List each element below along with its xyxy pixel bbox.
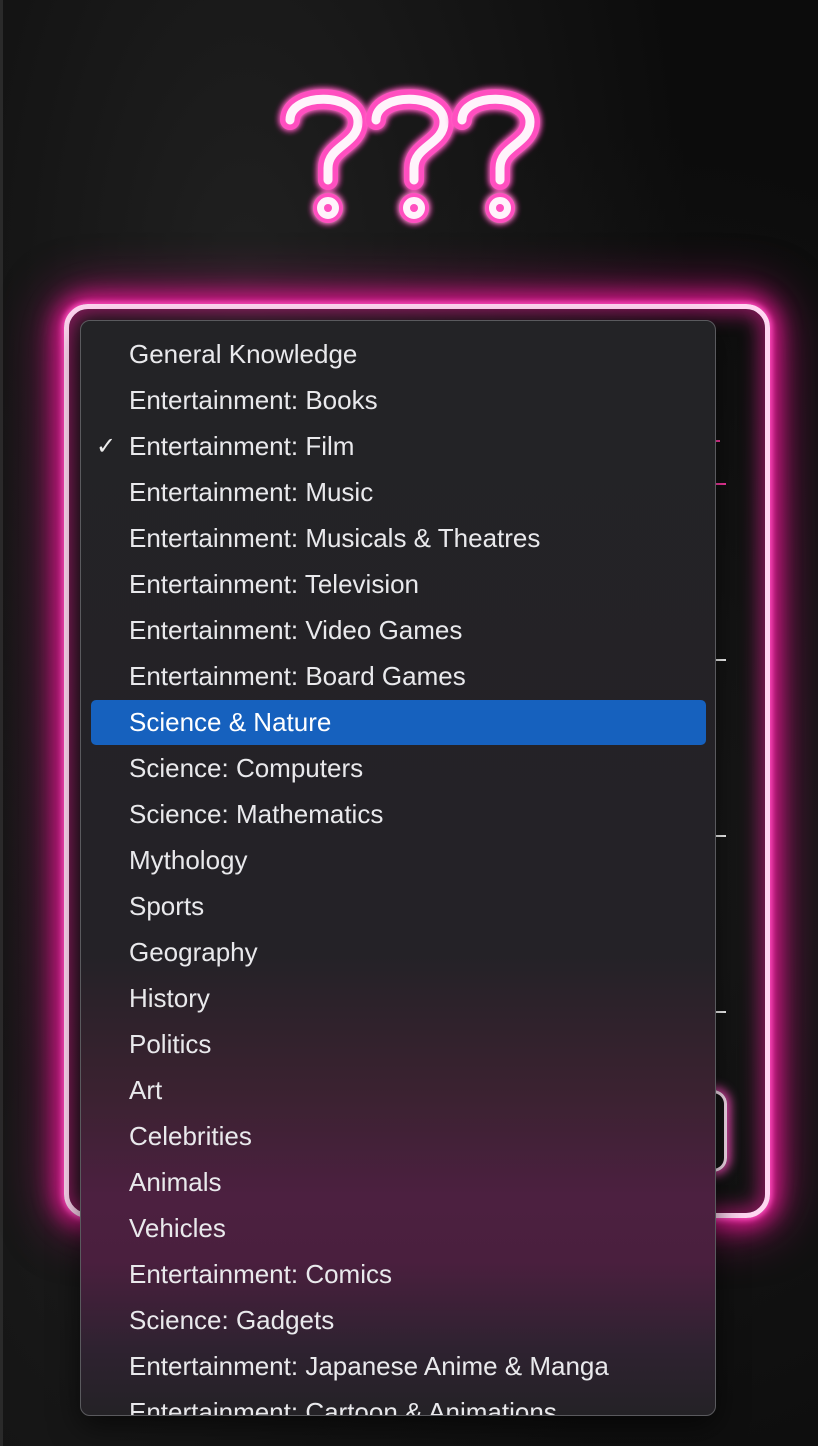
field-underline — [716, 659, 726, 661]
category-option[interactable]: Science: Gadgets — [91, 1298, 706, 1343]
category-option[interactable]: Geography — [91, 930, 706, 975]
category-option-label: Entertainment: Board Games — [129, 661, 466, 691]
category-option-label: Mythology — [129, 845, 248, 875]
category-option[interactable]: Entertainment: Comics — [91, 1252, 706, 1297]
category-option[interactable]: History — [91, 976, 706, 1021]
category-option-label: Geography — [129, 937, 258, 967]
category-option-label: Science: Mathematics — [129, 799, 384, 829]
category-option[interactable]: Entertainment: Cartoon & Animations — [91, 1390, 706, 1416]
category-option[interactable]: Entertainment: Video Games — [91, 608, 706, 653]
category-option-label: Vehicles — [129, 1213, 226, 1243]
category-option[interactable]: Entertainment: Board Games — [91, 654, 706, 699]
category-option[interactable]: Entertainment: Japanese Anime & Manga — [91, 1344, 706, 1389]
category-option[interactable]: Science & Nature — [91, 700, 706, 745]
category-option[interactable]: Politics — [91, 1022, 706, 1067]
category-option-label: Science & Nature — [129, 707, 332, 737]
category-option-label: Entertainment: Books — [129, 385, 378, 415]
category-option[interactable]: ✓ Entertainment: Film — [91, 424, 706, 469]
window-edge — [0, 0, 3, 1446]
category-option[interactable]: General Knowledge — [91, 332, 706, 377]
category-dropdown-menu[interactable]: General Knowledge Entertainment: Books ✓ En… — [80, 320, 716, 1416]
category-option-label: Entertainment: Film — [129, 431, 355, 461]
question-marks-logo — [280, 89, 541, 223]
category-option[interactable]: Entertainment: Musicals & Theatres — [91, 516, 706, 561]
category-option-label: Entertainment: Television — [129, 569, 420, 599]
category-option[interactable]: Entertainment: Music — [91, 470, 706, 515]
category-option-label: Entertainment: Music — [129, 477, 374, 507]
category-option-label: Politics — [129, 1029, 212, 1059]
question-mark-icon — [366, 89, 455, 223]
category-option-label: Sports — [129, 891, 205, 921]
field-underline — [716, 1011, 726, 1013]
category-option[interactable]: Sports — [91, 884, 706, 929]
category-option-label: Science: Gadgets — [129, 1305, 335, 1335]
category-option-label: General Knowledge — [129, 339, 358, 369]
category-option-label: Entertainment: Video Games — [129, 615, 463, 645]
category-option-label: Art — [129, 1075, 163, 1105]
checkmark-icon: ✓ — [96, 433, 117, 460]
field-underline — [716, 483, 726, 485]
category-option-label: Entertainment: Musicals & Theatres — [129, 523, 541, 553]
category-option-label: Entertainment: Japanese Anime & Manga — [129, 1351, 609, 1381]
category-option[interactable]: Vehicles — [91, 1206, 706, 1251]
category-option[interactable]: Entertainment: Books — [91, 378, 706, 423]
category-option-label: History — [129, 983, 210, 1013]
category-option[interactable]: Entertainment: Television — [91, 562, 706, 607]
category-option[interactable]: Art — [91, 1068, 706, 1113]
category-option-label: Animals — [129, 1167, 222, 1197]
category-option-label: Entertainment: Cartoon & Animations — [129, 1397, 557, 1416]
category-option[interactable]: Animals — [91, 1160, 706, 1205]
question-mark-icon — [280, 89, 369, 223]
category-option-label: Science: Computers — [129, 753, 364, 783]
category-option-label: Celebrities — [129, 1121, 252, 1151]
category-option-label: Entertainment: Comics — [129, 1259, 392, 1289]
category-option[interactable]: Science: Computers — [91, 746, 706, 791]
category-option[interactable]: Mythology — [91, 838, 706, 883]
question-mark-icon — [452, 89, 541, 223]
field-underline — [716, 835, 726, 837]
category-option[interactable]: Science: Mathematics — [91, 792, 706, 837]
category-option[interactable]: Celebrities — [91, 1114, 706, 1159]
field-underline — [716, 440, 720, 442]
